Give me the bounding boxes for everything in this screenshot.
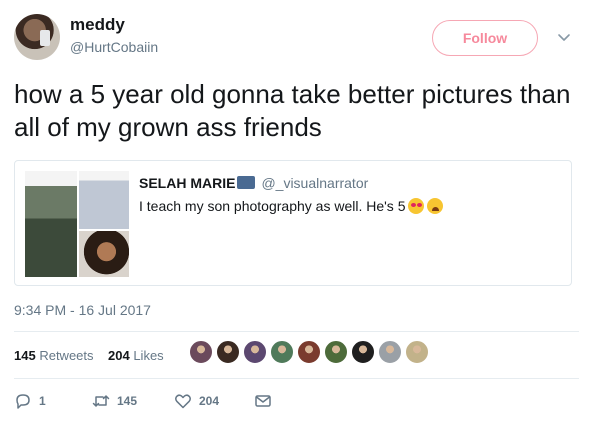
camera-emoji-icon — [237, 176, 256, 189]
quoted-tweet-image[interactable] — [25, 171, 129, 277]
quoted-author-name: SELAH MARIE — [139, 175, 236, 191]
retweets-label: Retweets — [39, 348, 94, 363]
likes-count: 204 — [108, 348, 130, 363]
liker-avatar[interactable] — [378, 340, 402, 364]
liker-avatar[interactable] — [405, 340, 429, 364]
likes-label: Likes — [133, 348, 164, 363]
quoted-tweet[interactable]: SELAH MARIE @_visualnarrator I teach my s… — [14, 160, 572, 286]
weary-face-emoji-icon — [427, 198, 444, 214]
tweet-timestamp[interactable]: 9:34 PM - 16 Jul 2017 — [14, 302, 151, 318]
tweet-actions: 1 145 204 — [14, 390, 314, 414]
phone-shape — [40, 30, 50, 46]
collage-photo-1 — [25, 171, 77, 277]
heart-icon — [175, 394, 191, 409]
liker-avatar[interactable] — [216, 340, 240, 364]
liker-avatar[interactable] — [270, 340, 294, 364]
heart-eyes-emoji-icon — [408, 198, 425, 214]
envelope-icon — [255, 395, 271, 407]
liker-avatar[interactable] — [297, 340, 321, 364]
quoted-author-handle: @_visualnarrator — [261, 175, 369, 191]
reply-icon — [16, 394, 30, 409]
retweet-count: 145 — [117, 394, 138, 408]
quoted-tweet-text: I teach my son photography as well. He's… — [139, 198, 406, 214]
divider — [14, 378, 579, 379]
chevron-down-icon[interactable] — [555, 28, 573, 46]
reply-button[interactable]: 1 — [14, 390, 46, 412]
liker-avatar[interactable] — [351, 340, 375, 364]
liker-avatar[interactable] — [243, 340, 267, 364]
direct-message-button[interactable] — [254, 390, 272, 412]
retweets-stat[interactable]: 145 Retweets — [14, 348, 94, 363]
liker-avatar[interactable] — [324, 340, 348, 364]
collage-photo-2 — [79, 171, 129, 229]
quoted-author: SELAH MARIE @_visualnarrator — [139, 175, 368, 191]
tweet-text: how a 5 year old gonna take better pictu… — [14, 79, 571, 142]
retweets-count: 145 — [14, 348, 36, 363]
author-avatar[interactable] — [14, 14, 60, 60]
likes-stat[interactable]: 204 Likes — [108, 348, 164, 363]
reply-count: 1 — [39, 394, 46, 408]
liker-avatar[interactable] — [189, 340, 213, 364]
quoted-tweet-text-line: I teach my son photography as well. He's… — [139, 198, 444, 214]
tweet-header: meddy @HurtCobaiin Follow — [14, 14, 579, 62]
follow-button[interactable]: Follow — [432, 20, 538, 56]
collage-photo-3 — [79, 231, 129, 277]
retweet-button[interactable]: 145 — [92, 390, 137, 412]
like-count: 204 — [199, 394, 220, 408]
author-name[interactable]: meddy — [70, 15, 125, 35]
divider — [14, 331, 579, 332]
retweet-icon — [92, 395, 110, 407]
author-handle[interactable]: @HurtCobaiin — [70, 39, 158, 55]
like-button[interactable]: 204 — [174, 390, 219, 412]
